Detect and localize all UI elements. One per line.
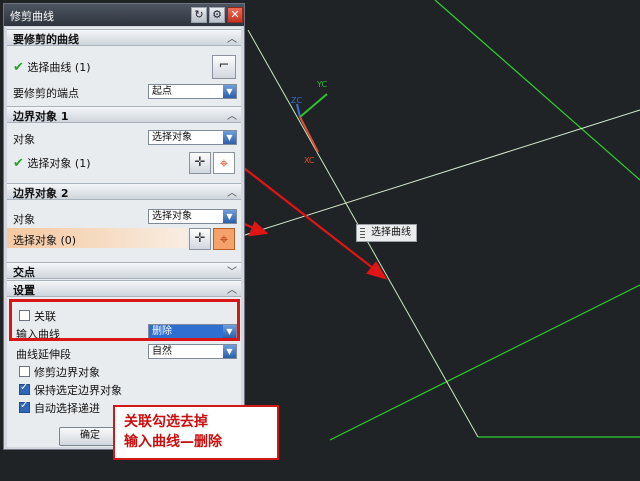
- section-title: 边界对象 1: [13, 110, 69, 123]
- selection-tooltip: 选择曲线: [356, 224, 417, 242]
- check-icon: ✔: [13, 156, 24, 171]
- section-header-boundary1[interactable]: 边界对象 1 ︿: [7, 106, 241, 123]
- section-header-intersection[interactable]: 交点 ﹀: [7, 262, 241, 279]
- boundary1-select-label: 选择对象 (1): [27, 157, 91, 170]
- section-header-curve[interactable]: 要修剪的曲线 ︿: [7, 29, 241, 46]
- annotation-note: 关联勾选去掉 输入曲线—删除: [113, 405, 279, 460]
- dialog-body: 要修剪的曲线 ︿ ✔ 选择曲线 (1) ⌐ 要修剪的端点 起点 ▼ 边界对象 1…: [7, 27, 241, 447]
- tooltip-text: 选择曲线: [371, 227, 411, 238]
- end-select[interactable]: 起点 ▼: [148, 84, 237, 99]
- boundary2-object-label: 对象: [13, 213, 35, 226]
- end-label: 要修剪的端点: [13, 87, 79, 100]
- grip-icon: [360, 228, 365, 238]
- chevron-up-icon: ︿: [227, 188, 237, 199]
- chevron-down-icon: ▼: [223, 131, 236, 144]
- auto-select-label: 自动选择递进: [34, 402, 100, 415]
- chevron-up-icon: ︿: [227, 285, 237, 296]
- curve-pick-icon[interactable]: ⌐: [212, 55, 236, 79]
- select-curve-label: 选择曲线 (1): [27, 61, 91, 74]
- reset-icon[interactable]: ↻: [191, 7, 207, 23]
- trim-boundary-label: 修剪边界对象: [34, 366, 100, 379]
- section-title: 交点: [13, 266, 35, 279]
- end-select-value: 起点: [152, 86, 172, 97]
- boundary2-select-label: 选择对象 (0): [13, 234, 77, 247]
- extension-value: 自然: [152, 346, 172, 357]
- close-icon[interactable]: ✕: [227, 7, 243, 23]
- boundary1-select-row[interactable]: ✔ 选择对象 (1): [13, 155, 90, 171]
- keep-boundary-checkbox[interactable]: [19, 382, 30, 395]
- keep-boundary-label: 保持选定边界对象: [34, 384, 122, 397]
- boundary1-object-label: 对象: [13, 133, 35, 146]
- axis-label-xc: XC: [304, 156, 315, 165]
- extension-label: 曲线延伸段: [16, 348, 71, 361]
- gear-icon[interactable]: ⚙: [209, 7, 225, 23]
- crosshair-icon[interactable]: ⌖: [213, 228, 235, 250]
- boundary2-object-value: 选择对象: [152, 211, 192, 222]
- select-curve-row[interactable]: ✔ 选择曲线 (1): [13, 59, 90, 75]
- crosshair-icon[interactable]: ⌖: [213, 152, 235, 174]
- axis-label-yc: YC: [317, 80, 328, 89]
- annotation-line-2: 输入曲线—删除: [124, 434, 222, 450]
- section-title: 要修剪的曲线: [13, 33, 79, 46]
- chevron-down-icon: ▼: [223, 210, 236, 223]
- section-title: 设置: [13, 284, 35, 297]
- section-title: 边界对象 2: [13, 187, 69, 200]
- chevron-down-icon: ▼: [223, 345, 236, 358]
- section-header-settings[interactable]: 设置 ︿: [7, 280, 241, 297]
- trim-boundary-checkbox[interactable]: [19, 366, 30, 377]
- chevron-down-icon: ﹀: [227, 267, 237, 278]
- ok-button[interactable]: 确定: [59, 427, 121, 446]
- trim-curve-dialog: 修剪曲线 ↻ ⚙ ✕ 要修剪的曲线 ︿ ✔ 选择曲线 (1) ⌐ 要修剪的端点 …: [3, 3, 245, 450]
- extension-select[interactable]: 自然 ▼: [148, 344, 237, 359]
- boundary1-object-value: 选择对象: [152, 132, 192, 143]
- annotation-line-1: 关联勾选去掉: [124, 414, 208, 430]
- add-point-icon[interactable]: ✛: [189, 152, 211, 174]
- section-header-boundary2[interactable]: 边界对象 2 ︿: [7, 183, 241, 200]
- boundary1-object-select[interactable]: 选择对象 ▼: [148, 130, 237, 145]
- boundary2-object-select[interactable]: 选择对象 ▼: [148, 209, 237, 224]
- chevron-up-icon: ︿: [227, 111, 237, 122]
- auto-select-checkbox[interactable]: [19, 400, 30, 413]
- chevron-up-icon: ︿: [227, 34, 237, 45]
- add-point-icon[interactable]: ✛: [189, 228, 211, 250]
- dialog-title: 修剪曲线: [10, 10, 54, 23]
- settings-highlight-box: [9, 299, 240, 341]
- dialog-titlebar[interactable]: 修剪曲线 ↻ ⚙ ✕: [4, 4, 244, 26]
- chevron-down-icon: ▼: [223, 85, 236, 98]
- check-icon: ✔: [13, 60, 24, 75]
- axis-label-zc: ZC: [291, 96, 303, 105]
